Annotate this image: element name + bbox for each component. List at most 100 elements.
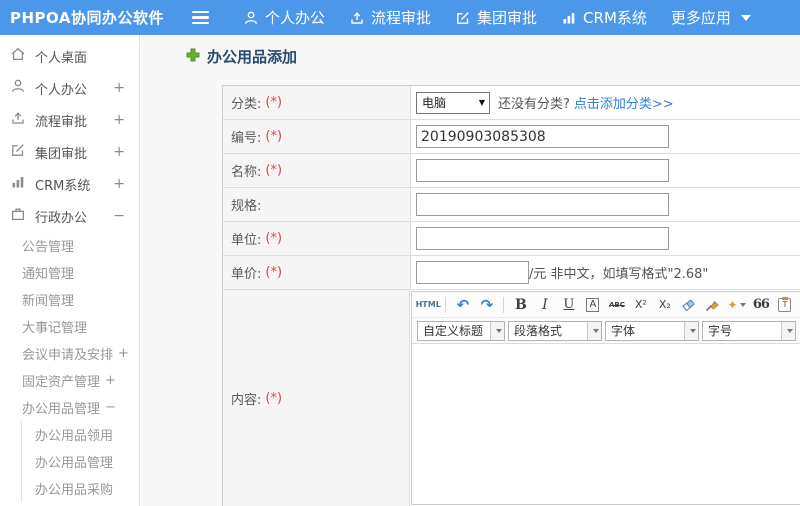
- autoformat-button[interactable]: ✦: [726, 294, 747, 315]
- subscript-button[interactable]: X₂: [654, 294, 675, 315]
- caret-down-icon: [787, 328, 793, 333]
- add-plus-icon: [186, 47, 200, 66]
- nav-crm-system[interactable]: CRM系统: [549, 0, 659, 35]
- paste-text-button[interactable]: T: [774, 294, 795, 315]
- rich-text-editor: HTML ↶ ↷ B I U A ABC X² X₂ ✦ 66 T 自定义标题 …: [411, 291, 800, 505]
- format-brush-button[interactable]: [702, 294, 723, 315]
- app-logo: PHPOA协同办公软件: [10, 9, 164, 27]
- required-marker: (*): [265, 231, 283, 246]
- sidebar-item-workflow-approval[interactable]: 流程审批 +: [0, 104, 139, 136]
- chart-icon: [10, 174, 26, 194]
- font-size-select[interactable]: 字号: [702, 320, 796, 341]
- paste-text-icon: T: [778, 296, 792, 312]
- menu-toggle-button[interactable]: [183, 0, 217, 35]
- expand-plus[interactable]: +: [113, 80, 125, 96]
- caret-down-icon: [593, 328, 599, 333]
- form-row-spec: 规格:: [223, 188, 800, 222]
- name-input[interactable]: [416, 159, 669, 182]
- category-select[interactable]: 电脑 ▼: [416, 91, 490, 114]
- form-row-unit: 单位: (*): [223, 222, 800, 256]
- workflow-icon: [10, 110, 26, 130]
- required-marker: (*): [265, 95, 283, 110]
- expand-plus[interactable]: +: [113, 176, 125, 192]
- required-marker: (*): [265, 163, 283, 178]
- autotypeset-button[interactable]: A: [582, 294, 603, 315]
- form-row-category: 分类: (*) 电脑 ▼ 还没有分类? 点击添加分类>>: [223, 86, 800, 120]
- sidebar-subitem-memorabilia[interactable]: 大事记管理: [0, 313, 139, 340]
- sidebar-subitem-announcements[interactable]: 公告管理: [0, 232, 139, 259]
- expand-minus[interactable]: −: [113, 208, 125, 224]
- caret-down-icon: [740, 14, 751, 21]
- blockquote-button[interactable]: 66: [750, 294, 771, 315]
- spec-label: 规格:: [231, 199, 262, 214]
- sidebar-subitem-office-supplies[interactable]: 办公用品管理 −: [0, 394, 139, 421]
- category-label: 分类:: [231, 97, 262, 112]
- edit-icon: [10, 142, 26, 162]
- expand-minus[interactable]: −: [105, 400, 116, 415]
- user-icon: [243, 10, 259, 26]
- sidebar-subsubitem-supplies-claim[interactable]: 办公用品领用: [22, 421, 139, 448]
- sidebar-subitem-fixed-assets[interactable]: 固定资产管理 +: [0, 367, 139, 394]
- sidebar-item-desktop[interactable]: 个人桌面: [0, 40, 139, 72]
- sidebar-subitem-meetings[interactable]: 会议申请及安排 +: [0, 340, 139, 367]
- paragraph-format-select[interactable]: 段落格式: [508, 320, 602, 341]
- sidebar-item-group-approval[interactable]: 集团审批 +: [0, 136, 139, 168]
- bold-button[interactable]: B: [510, 294, 531, 315]
- main-content: 办公用品添加 分类: (*) 电脑 ▼ 还没有分类? 点击添加分类>> 编号: …: [141, 35, 800, 506]
- form-row-name: 名称: (*): [223, 154, 800, 188]
- sidebar-subitem-news[interactable]: 新闻管理: [0, 286, 139, 313]
- nav-personal-office[interactable]: 个人办公: [231, 0, 337, 35]
- edit-icon: [455, 10, 471, 26]
- office-supplies-submenu: 办公用品领用 办公用品管理 办公用品采购: [21, 421, 139, 502]
- page-title: 办公用品添加: [186, 46, 297, 67]
- editor-toolbar-row1: HTML ↶ ↷ B I U A ABC X² X₂ ✦ 66 T: [412, 292, 800, 318]
- unit-label: 单位:: [231, 233, 262, 248]
- nav-group-approval[interactable]: 集团审批: [443, 0, 549, 35]
- redo-button[interactable]: ↷: [476, 294, 497, 315]
- sidebar-subsubitem-supplies-purchase[interactable]: 办公用品采购: [22, 475, 139, 502]
- code-input[interactable]: [416, 125, 669, 148]
- form-row-code: 编号: (*): [223, 120, 800, 154]
- sidebar-item-admin-office[interactable]: 行政办公 −: [0, 200, 139, 232]
- home-icon: [10, 46, 26, 66]
- autoformat-icon: ✦: [727, 297, 738, 312]
- form-row-price: 单价: (*) /元 非中文，如填写格式"2.68": [223, 256, 800, 290]
- superscript-button[interactable]: X²: [630, 294, 651, 315]
- code-label: 编号:: [231, 131, 262, 146]
- chart-icon: [561, 10, 577, 26]
- workflow-icon: [349, 10, 365, 26]
- sidebar-item-personal-office[interactable]: 个人办公 +: [0, 72, 139, 104]
- expand-plus[interactable]: +: [113, 112, 125, 128]
- form-row-content: 内容: (*) HTML ↶ ↷ B I U A ABC X² X₂ ✦ 66 …: [223, 290, 800, 506]
- italic-button[interactable]: I: [534, 294, 555, 315]
- user-icon: [10, 78, 26, 98]
- undo-button[interactable]: ↶: [452, 294, 473, 315]
- nav-workflow-approval[interactable]: 流程审批: [337, 0, 443, 35]
- expand-plus[interactable]: +: [118, 346, 129, 361]
- font-family-select[interactable]: 字体: [605, 320, 699, 341]
- price-format-hint: /元 非中文，如填写格式"2.68": [529, 267, 709, 282]
- sidebar-item-crm[interactable]: CRM系统 +: [0, 168, 139, 200]
- top-navbar: PHPOA协同办公软件 个人办公 流程审批 集团审批 CRM系统 更多应用: [0, 0, 800, 35]
- required-marker: (*): [265, 129, 283, 144]
- add-category-link[interactable]: 点击添加分类>>: [574, 93, 674, 112]
- sidebar-subitem-notifications[interactable]: 通知管理: [0, 259, 139, 286]
- eraser-button[interactable]: [678, 294, 699, 315]
- expand-plus[interactable]: +: [105, 373, 116, 388]
- editor-content-area[interactable]: [412, 344, 800, 504]
- custom-title-select[interactable]: 自定义标题: [417, 320, 505, 341]
- editor-toolbar-row2: 自定义标题 段落格式 字体 字号: [412, 318, 800, 344]
- html-source-button[interactable]: HTML: [416, 294, 441, 315]
- price-input[interactable]: [416, 261, 529, 284]
- sidebar-subsubitem-supplies-manage[interactable]: 办公用品管理: [22, 448, 139, 475]
- caret-down-icon: [496, 328, 502, 333]
- required-marker: (*): [265, 391, 283, 406]
- top-navigation: 个人办公 流程审批 集团审批 CRM系统 更多应用: [231, 0, 763, 35]
- strikethrough-button[interactable]: ABC: [606, 294, 627, 315]
- expand-plus[interactable]: +: [113, 144, 125, 160]
- nav-more-apps[interactable]: 更多应用: [659, 0, 763, 35]
- sidebar: 个人桌面 个人办公 + 流程审批 + 集团审批 + CRM系统 + 行政办公 −…: [0, 35, 140, 506]
- spec-input[interactable]: [416, 193, 669, 216]
- underline-button[interactable]: U: [558, 294, 579, 315]
- unit-input[interactable]: [416, 227, 669, 250]
